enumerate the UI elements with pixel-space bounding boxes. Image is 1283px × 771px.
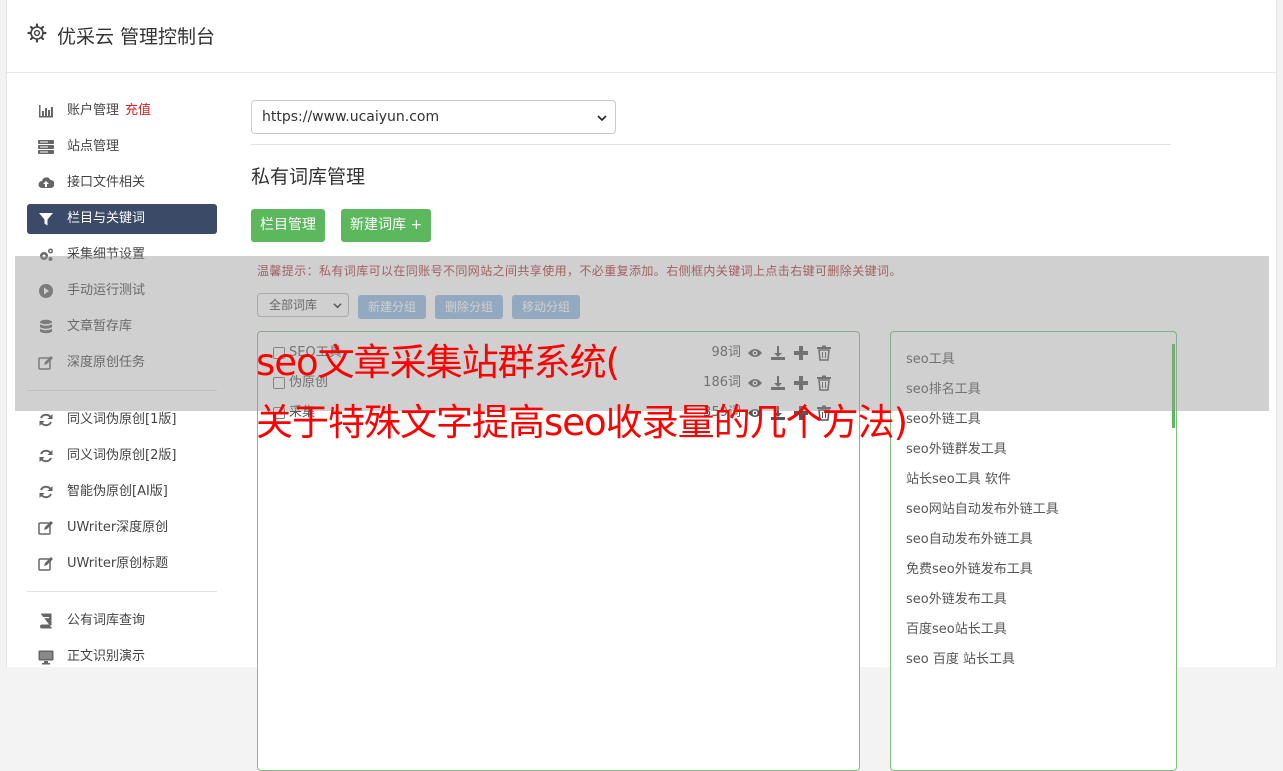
overlay-headline-line1: seo文章采集站群系统( bbox=[256, 341, 620, 384]
sidebar-item-label: 智能伪原创[AI版] bbox=[67, 484, 168, 499]
keyword-item[interactable]: seo网站自动发布外链工具 bbox=[906, 498, 1059, 517]
refresh-icon bbox=[39, 449, 53, 463]
sidebar-item-label: 正文识别演示 bbox=[67, 649, 146, 664]
site-select-value: https://www.ucaiyun.com bbox=[262, 109, 440, 125]
gear-icon bbox=[27, 23, 47, 43]
keyword-item[interactable]: seo自动发布外链工具 bbox=[906, 528, 1033, 547]
chevron-down-icon bbox=[597, 115, 607, 122]
sidebar-item-account[interactable]: 账户管理 充值 bbox=[27, 96, 217, 126]
sidebar-item-synonym-v2[interactable]: 同义词伪原创[2版] bbox=[27, 441, 217, 471]
sidebar-item-label: 同义词伪原创[2版] bbox=[67, 448, 177, 463]
sidebar-item-label: UWriter原创标题 bbox=[67, 556, 169, 571]
cloud-upload-icon bbox=[38, 177, 54, 188]
monitor-icon bbox=[38, 650, 54, 665]
recharge-link[interactable]: 充值 bbox=[125, 103, 151, 118]
divider bbox=[251, 144, 1171, 145]
keyword-item[interactable]: seo外链发布工具 bbox=[906, 588, 1007, 607]
keyword-item[interactable]: seo 百度 站长工具 bbox=[906, 648, 1015, 667]
sidebar-item-ai-rewrite[interactable]: 智能伪原创[AI版] bbox=[27, 477, 217, 507]
sidebar-item-label: 同义词伪原创[1版] bbox=[67, 412, 177, 427]
console-title: 优采云 管理控制台 bbox=[57, 26, 216, 48]
sidebar-item-label: 账户管理 bbox=[67, 103, 120, 118]
gray-overlay-band bbox=[15, 256, 1269, 411]
site-select[interactable]: https://www.ucaiyun.com bbox=[251, 100, 616, 134]
filter-icon bbox=[39, 213, 53, 226]
sidebar-item-sites[interactable]: 站点管理 bbox=[27, 132, 217, 162]
new-lexicon-button[interactable]: 新建词库 + bbox=[341, 209, 432, 242]
server-icon bbox=[38, 140, 54, 154]
edit-icon bbox=[38, 557, 53, 571]
sidebar-item-label: 公有词库查询 bbox=[67, 613, 146, 628]
keyword-item[interactable]: 免费seo外链发布工具 bbox=[906, 558, 1033, 577]
sidebar-item-uwriter-title[interactable]: UWriter原创标题 bbox=[27, 549, 217, 579]
edit-icon bbox=[38, 521, 53, 535]
sidebar-item-public-lexicon[interactable]: 公有词库查询 bbox=[27, 606, 217, 636]
sidebar-item-columns-keywords[interactable]: 栏目与关键词 bbox=[27, 204, 217, 234]
sidebar-item-label: 栏目与关键词 bbox=[67, 211, 146, 226]
top-bar: 优采云 管理控制台 bbox=[7, 0, 1276, 73]
keyword-item[interactable]: 站长seo工具 软件 bbox=[906, 468, 1011, 487]
keyword-item[interactable]: seo外链群发工具 bbox=[906, 438, 1007, 457]
refresh-icon bbox=[39, 485, 53, 499]
sidebar-divider bbox=[27, 591, 217, 592]
sidebar-item-label: UWriter深度原创 bbox=[67, 520, 169, 535]
sidebar-item-uwriter-deep[interactable]: UWriter深度原创 bbox=[27, 513, 217, 543]
book-icon bbox=[40, 613, 52, 629]
refresh-icon bbox=[39, 413, 53, 427]
column-manage-button[interactable]: 栏目管理 bbox=[251, 209, 325, 242]
bar-chart-icon bbox=[39, 105, 53, 118]
page-title: 私有词库管理 bbox=[251, 166, 366, 188]
overlay-headline-line2: 关于特殊文字提高seo收录量的几个方法) bbox=[256, 401, 908, 444]
keyword-item[interactable]: 百度seo站长工具 bbox=[906, 618, 1007, 637]
sidebar-item-interface-files[interactable]: 接口文件相关 bbox=[27, 168, 217, 198]
sidebar-item-text-recognition[interactable]: 正文识别演示 bbox=[27, 642, 217, 672]
sidebar-item-label: 站点管理 bbox=[67, 139, 120, 154]
sidebar-item-label: 接口文件相关 bbox=[67, 175, 146, 190]
